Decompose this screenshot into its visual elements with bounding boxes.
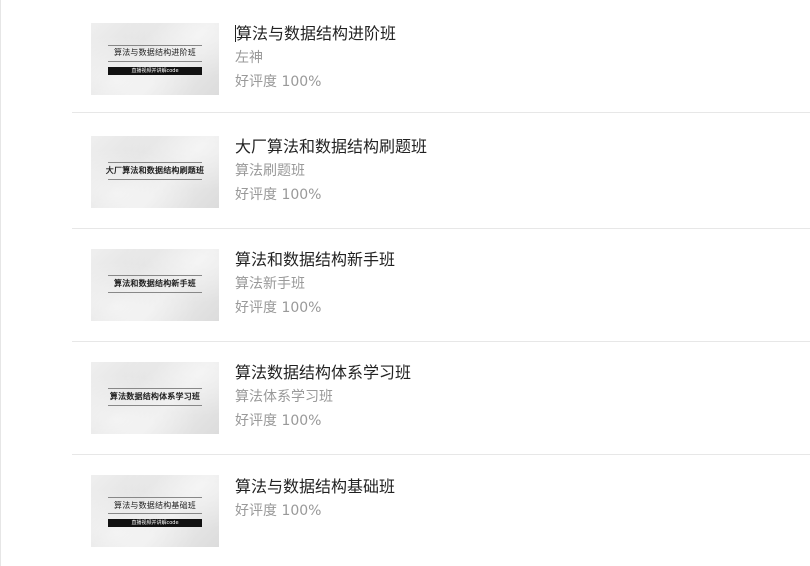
course-title[interactable]: 算法与数据结构进阶班 xyxy=(235,22,396,46)
course-item[interactable]: 算法数据结构体系学习班 算法数据结构体系学习班 算法体系学习班 好评度 100% xyxy=(72,342,810,455)
course-rating: 好评度 100% xyxy=(235,187,322,203)
course-thumbnail[interactable]: 算法数据结构体系学习班 xyxy=(91,362,219,434)
thumb-rule xyxy=(108,275,202,276)
course-text: 算法与数据结构基础班 好评度 100% xyxy=(235,475,395,523)
thumb-title: 算法与数据结构基础班 xyxy=(114,501,196,510)
course-title-text[interactable]: 算法与数据结构进阶班 xyxy=(236,24,396,43)
thumb-title: 算法和数据结构新手班 xyxy=(114,279,196,288)
course-title[interactable]: 算法与数据结构基础班 xyxy=(235,475,395,499)
course-text: 大厂算法和数据结构刷题班 算法刷题班 好评度 100% xyxy=(235,135,427,207)
page: 算法与数据结构进阶班 直播视频并讲解code 算法与数据结构进阶班 左神 好评度… xyxy=(0,0,810,566)
divider xyxy=(72,112,810,113)
course-item[interactable]: 算法和数据结构新手班 算法和数据结构新手班 算法新手班 好评度 100% xyxy=(72,229,810,342)
thumb-rule xyxy=(108,61,202,62)
course-title[interactable]: 算法和数据结构新手班 xyxy=(235,248,395,272)
thumb-rule xyxy=(108,45,202,46)
thumb-rule xyxy=(108,179,202,180)
course-thumbnail[interactable]: 算法与数据结构进阶班 直播视频并讲解code xyxy=(91,23,219,95)
thumb-title: 算法与数据结构进阶班 xyxy=(114,48,196,57)
course-teacher: 算法新手班 xyxy=(235,276,305,292)
course-item[interactable]: 算法与数据结构基础班 直播视频并讲解code 算法与数据结构基础班 好评度 10… xyxy=(72,455,810,566)
thumb-band: 直播视频并讲解code xyxy=(108,67,202,75)
thumb-rule xyxy=(108,405,202,406)
course-text: 算法与数据结构进阶班 左神 好评度 100% xyxy=(235,22,396,94)
course-title[interactable]: 大厂算法和数据结构刷题班 xyxy=(235,135,427,159)
thumb-rule xyxy=(108,497,202,498)
course-rating: 好评度 100% xyxy=(235,503,322,519)
course-rating: 好评度 100% xyxy=(235,74,322,90)
thumb-rule xyxy=(108,513,202,514)
course-thumbnail[interactable]: 算法与数据结构基础班 直播视频并讲解code xyxy=(91,475,219,547)
course-rating: 好评度 100% xyxy=(235,300,322,316)
course-title[interactable]: 算法数据结构体系学习班 xyxy=(235,361,411,385)
thumb-title: 大厂算法和数据结构刷题班 xyxy=(105,166,205,175)
course-rating: 好评度 100% xyxy=(235,413,322,429)
course-thumbnail[interactable]: 大厂算法和数据结构刷题班 xyxy=(91,136,219,208)
course-item[interactable]: 算法与数据结构进阶班 直播视频并讲解code 算法与数据结构进阶班 左神 好评度… xyxy=(72,0,810,113)
thumb-rule xyxy=(108,388,202,389)
thumb-rule xyxy=(108,162,202,163)
course-teacher: 算法刷题班 xyxy=(235,163,305,179)
thumb-title: 算法数据结构体系学习班 xyxy=(109,392,201,401)
course-text: 算法数据结构体系学习班 算法体系学习班 好评度 100% xyxy=(235,361,411,433)
thumb-rule xyxy=(108,292,202,293)
course-thumbnail[interactable]: 算法和数据结构新手班 xyxy=(91,249,219,321)
course-teacher: 左神 xyxy=(235,50,263,66)
thumb-band: 直播视频并讲解code xyxy=(108,519,202,527)
course-text: 算法和数据结构新手班 算法新手班 好评度 100% xyxy=(235,248,395,320)
course-teacher: 算法体系学习班 xyxy=(235,389,333,405)
course-item[interactable]: 大厂算法和数据结构刷题班 大厂算法和数据结构刷题班 算法刷题班 好评度 100% xyxy=(72,116,810,229)
left-border xyxy=(0,0,1,566)
